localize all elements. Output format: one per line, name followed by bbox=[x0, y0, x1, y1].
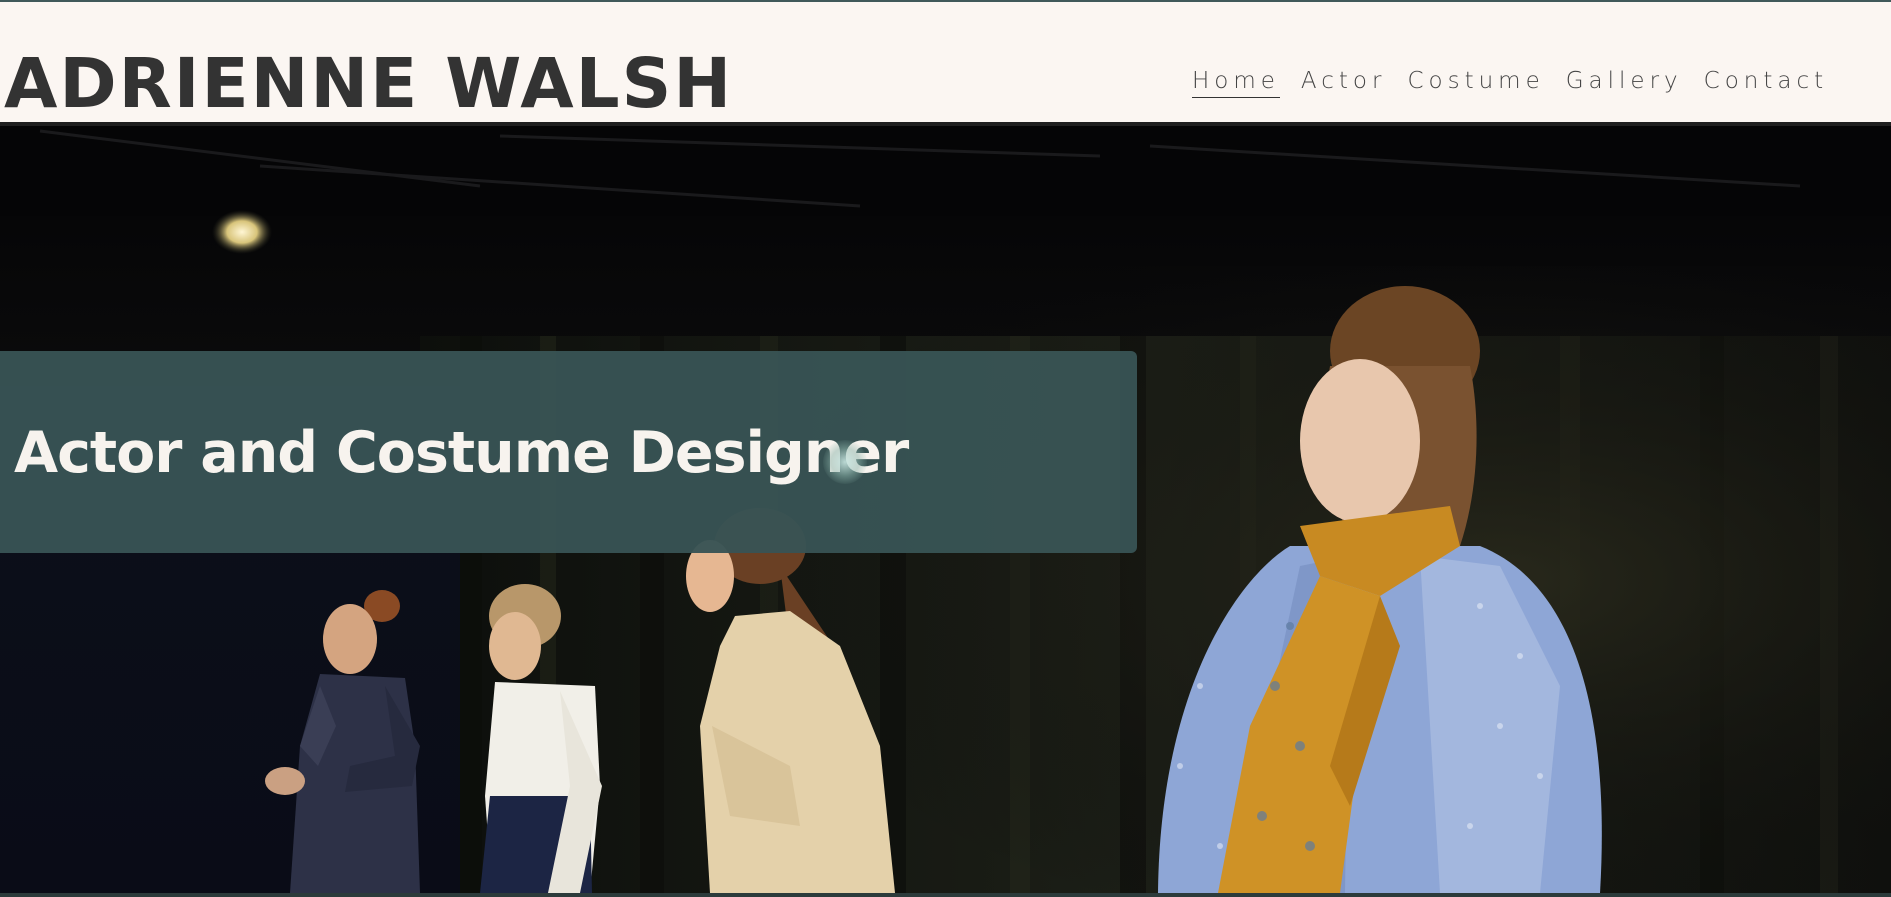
nav-link-costume[interactable]: Costume bbox=[1407, 68, 1544, 97]
hero-banner: Actor and Costume Designer bbox=[0, 351, 1137, 553]
hero-title: Actor and Costume Designer bbox=[14, 420, 909, 486]
nav-link-gallery[interactable]: Gallery bbox=[1566, 68, 1683, 97]
page-bottom-border bbox=[0, 893, 1891, 897]
nav-link-contact[interactable]: Contact bbox=[1704, 68, 1828, 97]
nav-link-actor[interactable]: Actor bbox=[1301, 68, 1387, 97]
page: ADRIENNE WALSH Home Actor Costume Galler… bbox=[0, 0, 1891, 897]
site-title[interactable]: ADRIENNE WALSH bbox=[4, 40, 733, 128]
hero-image: Actor and Costume Designer bbox=[0, 126, 1891, 893]
nav-link-home[interactable]: Home bbox=[1192, 68, 1280, 98]
stage-light-glow bbox=[823, 440, 867, 484]
stage-lamp bbox=[212, 210, 272, 254]
main-nav: Home Actor Costume Gallery Contact bbox=[1192, 68, 1849, 98]
site-header: ADRIENNE WALSH Home Actor Costume Galler… bbox=[0, 0, 1891, 126]
